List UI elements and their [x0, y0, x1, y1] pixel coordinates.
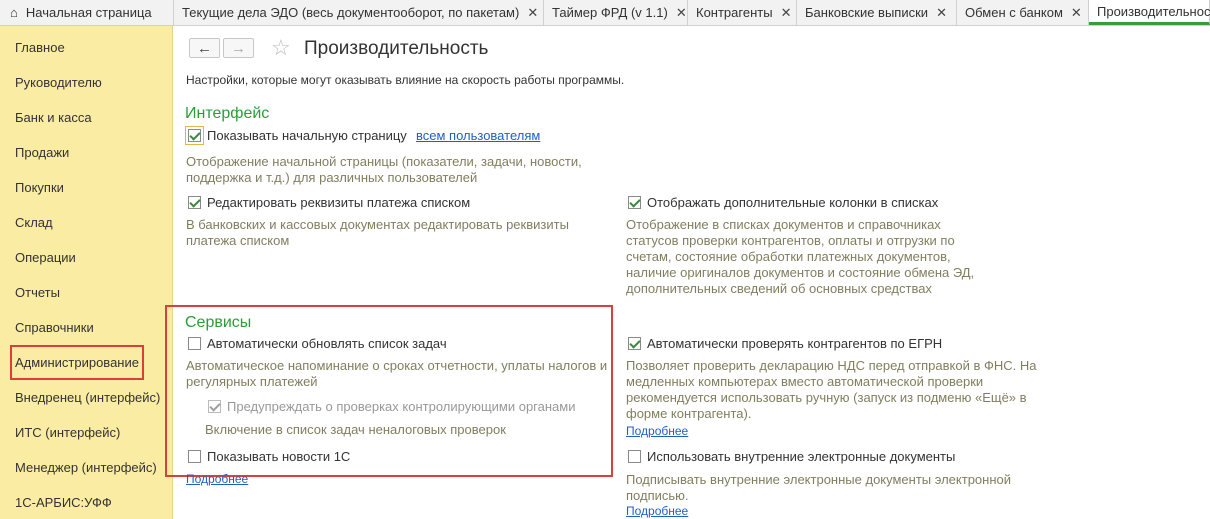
sidebar-item-arbis[interactable]: 1С-АРБИС:УФФ: [15, 495, 112, 510]
home-icon: ⌂: [10, 5, 18, 20]
sidebar-item-manager[interactable]: Руководителю: [15, 75, 102, 90]
tab-performance[interactable]: Производительность: [1089, 0, 1210, 25]
tab-bank-statements[interactable]: Банковские выписки ✕: [797, 0, 957, 25]
tab-edo[interactable]: Текущие дела ЭДО (весь документооборот, …: [174, 0, 544, 25]
sidebar-item-purchases[interactable]: Покупки: [15, 180, 64, 195]
edit-payment-details-label[interactable]: Редактировать реквизиты платежа списком: [207, 195, 470, 210]
sidebar: Главное Руководителю Банк и касса Продаж…: [0, 26, 173, 519]
edit-payment-details-desc: В банковских и кассовых документах редак…: [186, 217, 569, 248]
show-start-page-checkbox[interactable]: [185, 126, 204, 145]
tab-bank-exchange[interactable]: Обмен с банком ✕: [957, 0, 1089, 25]
back-button[interactable]: ←: [189, 38, 220, 58]
main-content: ← → ☆ Производительность Настройки, кото…: [165, 26, 1210, 519]
more-link-news[interactable]: Подробнее: [186, 472, 248, 486]
more-link-internal-docs[interactable]: Подробнее: [626, 504, 688, 518]
extra-columns-label[interactable]: Отображать дополнительные колонки в спис…: [647, 195, 938, 210]
internal-docs-label[interactable]: Использовать внутренние электронные доку…: [647, 449, 955, 464]
sidebar-item-reports[interactable]: Отчеты: [15, 285, 60, 300]
forward-button[interactable]: →: [223, 38, 254, 58]
all-users-link[interactable]: всем пользователям: [416, 128, 540, 143]
sidebar-item-sales[interactable]: Продажи: [15, 145, 69, 160]
arrow-left-icon: ←: [197, 39, 212, 57]
sidebar-item-operations[interactable]: Операции: [15, 250, 76, 265]
sidebar-item-implementer[interactable]: Внедренец (интерфейс): [15, 390, 160, 405]
close-icon[interactable]: ✕: [1071, 5, 1082, 21]
extra-columns-checkbox[interactable]: [628, 196, 641, 209]
auto-check-egrn-checkbox[interactable]: [628, 337, 641, 350]
warn-inspections-label[interactable]: Предупреждать о проверках контролирующим…: [227, 399, 575, 414]
warn-inspections-desc: Включение в список задач неналоговых про…: [205, 422, 506, 437]
sidebar-item-catalogs[interactable]: Справочники: [15, 320, 94, 335]
internal-docs-desc: Подписывать внутренние электронные докум…: [626, 472, 1011, 503]
close-icon[interactable]: ✕: [676, 5, 687, 21]
close-icon[interactable]: ✕: [781, 5, 792, 21]
show-start-page-desc: Отображение начальной страницы (показате…: [186, 154, 582, 185]
sidebar-item-its[interactable]: ИТС (интерфейс): [15, 425, 120, 440]
show-start-page-label[interactable]: Показывать начальную страницу: [207, 128, 407, 143]
show-news-label[interactable]: Показывать новости 1С: [207, 449, 350, 464]
section-interface: Интерфейс: [185, 105, 270, 122]
close-icon[interactable]: ✕: [936, 5, 947, 21]
auto-update-tasks-desc: Автоматическое напоминание о сроках отче…: [186, 358, 608, 389]
sidebar-item-warehouse[interactable]: Склад: [15, 215, 53, 230]
internal-docs-checkbox[interactable]: [628, 450, 641, 463]
tab-timer[interactable]: Таймер ФРД (v 1.1) ✕: [544, 0, 688, 25]
auto-update-tasks-checkbox[interactable]: [188, 337, 201, 350]
sidebar-item-main[interactable]: Главное: [15, 40, 65, 55]
sidebar-item-bank[interactable]: Банк и касса: [15, 110, 92, 125]
auto-check-egrn-desc: Позволяет проверить декларацию НДС перед…: [626, 358, 1037, 421]
section-services: Сервисы: [185, 314, 252, 331]
auto-update-tasks-label[interactable]: Автоматически обновлять список задач: [207, 336, 447, 351]
extra-columns-desc: Отображение в списках документов и справ…: [626, 217, 975, 296]
page-title: Производительность: [304, 38, 489, 59]
warn-inspections-checkbox[interactable]: [208, 400, 221, 413]
tab-home[interactable]: ⌂ Начальная страница: [0, 0, 174, 25]
page-subtitle: Настройки, которые могут оказывать влиян…: [186, 73, 625, 87]
tab-contractors[interactable]: Контрагенты ✕: [688, 0, 797, 25]
highlight-frame: [10, 345, 144, 380]
auto-check-egrn-label[interactable]: Автоматически проверять контрагентов по …: [647, 336, 942, 351]
star-icon[interactable]: ☆: [271, 35, 291, 61]
sidebar-item-manager-ui[interactable]: Менеджер (интерфейс): [15, 460, 157, 475]
edit-payment-details-checkbox[interactable]: [188, 196, 201, 209]
show-news-checkbox[interactable]: [188, 450, 201, 463]
tab-bar: ⌂ Начальная страница Текущие дела ЭДО (в…: [0, 0, 1210, 26]
close-icon[interactable]: ✕: [527, 5, 538, 21]
more-link-egrn[interactable]: Подробнее: [626, 424, 688, 438]
arrow-right-icon: →: [231, 39, 246, 57]
